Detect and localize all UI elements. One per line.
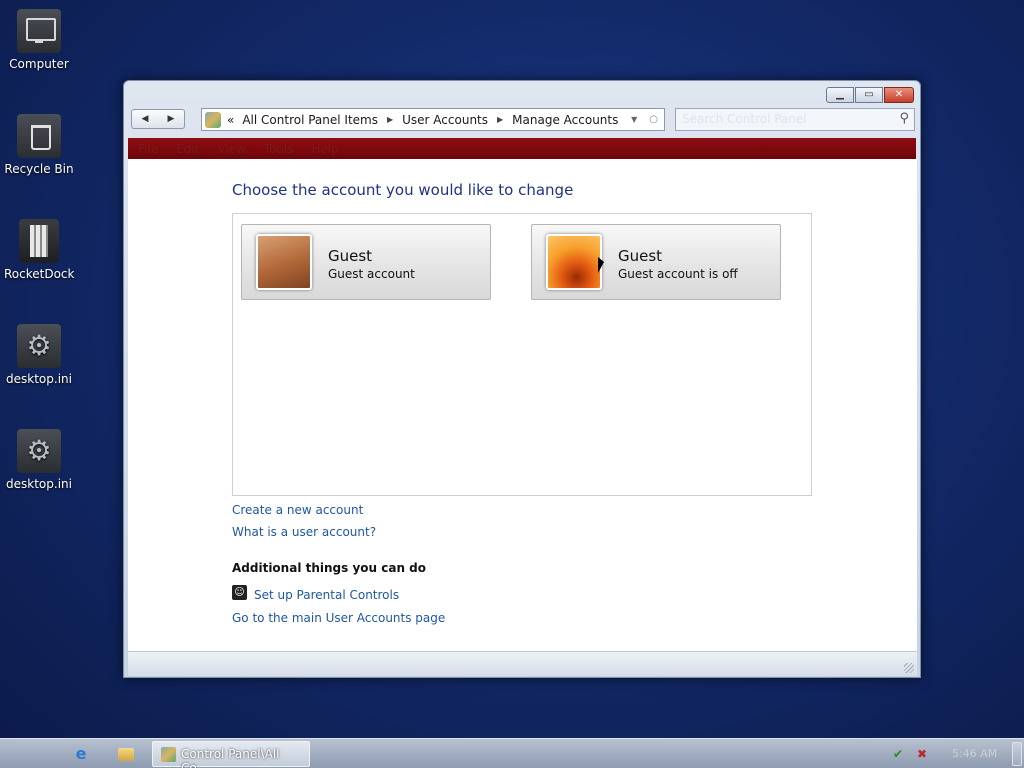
flower-avatar-icon [546,234,602,290]
address-bar[interactable]: « All Control Panel Items ▶ User Account… [201,108,665,131]
menu-bar: File Edit View Tools Help [128,138,916,159]
search-input[interactable]: Search Control Panel ⚲ [675,108,915,131]
address-dropdown-icon[interactable]: ▼ [631,115,637,124]
menu-edit[interactable]: Edit [176,142,199,156]
menu-tools[interactable]: Tools [264,142,294,156]
taskbar-button-control-panel[interactable]: Control Panel\All Co... [152,741,310,768]
action-center-icon[interactable]: ✔ [893,747,903,761]
breadcrumb-arrow-icon[interactable]: ▶ [497,115,503,124]
back-arrow-icon[interactable]: ◀ [132,110,158,128]
account-name: Guest [328,247,373,265]
account-tile-guest-off[interactable]: Guest Guest account is off [531,224,781,300]
gear-icon: ⚙ [17,429,61,473]
main-user-accounts-link[interactable]: Go to the main User Accounts page [232,611,445,625]
control-panel-icon [161,747,176,762]
clock[interactable]: 5:46 AM [952,747,997,760]
account-description: Guest account is off [618,267,738,281]
refresh-icon[interactable]: ○ [649,114,658,125]
search-placeholder: Search Control Panel [682,112,807,126]
create-account-link[interactable]: Create a new account [232,503,363,517]
parental-controls-icon: ☺ [232,585,247,600]
accounts-panel: Guest Guest account Guest Guest account … [232,213,812,496]
gear-icon: ⚙ [17,324,61,368]
menu-help[interactable]: Help [311,142,338,156]
address-overflow[interactable]: « [227,113,234,127]
close-button[interactable]: ✕ [884,87,914,103]
volume-muted-icon[interactable]: ✖ [917,747,927,761]
desktop-icon-rocketdock[interactable]: RocketDock [4,219,74,281]
account-name: Guest [618,247,663,265]
minimize-button[interactable]: ▁ [826,87,854,103]
breadcrumb-arrow-icon[interactable]: ▶ [387,115,393,124]
taskbar-button-label: Control Panel\All Co... [181,747,280,768]
desktop-icon-label: RocketDock [4,267,75,281]
desktop-icon-label: Computer [9,57,69,71]
window-controls: ▁ ▭ ✕ [826,87,914,103]
desktop-icon-computer[interactable]: Computer [4,9,74,71]
desktop-icon-recycle-bin[interactable]: Recycle Bin [4,114,74,176]
menu-file[interactable]: File [138,142,158,156]
control-panel-icon [205,111,221,128]
what-is-account-link[interactable]: What is a user account? [232,525,376,539]
desktop-icon-label: desktop.ini [6,477,72,491]
breadcrumb-manage-accounts[interactable]: Manage Accounts [512,113,618,127]
menu-view[interactable]: View [217,142,245,156]
desktop-icon-label: desktop.ini [6,372,72,386]
control-panel-window: ▁ ▭ ✕ ◀ ▶ « All Control Panel Items ▶ Us… [123,80,921,678]
breadcrumb-user-accounts[interactable]: User Accounts [402,113,488,127]
status-bar [128,651,917,676]
breadcrumb-all-items[interactable]: All Control Panel Items [242,113,378,127]
search-icon[interactable]: ⚲ [899,111,909,126]
recycle-bin-icon [17,114,61,158]
additional-heading: Additional things you can do [232,561,427,575]
computer-icon [17,9,61,53]
parental-controls-link[interactable]: Set up Parental Controls [254,588,399,602]
desktop-icon-label: Recycle Bin [4,162,74,176]
taskbar: e Control Panel\All Co... ✔ ✖ 5:46 AM [0,738,1024,768]
back-forward-buttons: ◀ ▶ [131,109,185,129]
account-description: Guest account [328,267,415,281]
desktop-icon-desktop-ini-2[interactable]: ⚙ desktop.ini [4,429,74,491]
briefcase-avatar-icon [256,234,312,290]
maximize-button[interactable]: ▭ [855,87,883,103]
rocketdock-icon [19,219,59,263]
internet-explorer-icon[interactable]: e [72,745,90,763]
desktop-icon-desktop-ini[interactable]: ⚙ desktop.ini [4,324,74,386]
resize-grip-icon[interactable] [904,663,914,673]
mouse-cursor-icon [598,257,604,273]
page-title: Choose the account you would like to cha… [232,181,574,199]
forward-arrow-icon[interactable]: ▶ [158,110,184,128]
folder-icon[interactable] [118,748,134,761]
main-content: Choose the account you would like to cha… [128,159,917,651]
account-tile-guest[interactable]: Guest Guest account [241,224,491,300]
show-desktop-button[interactable] [1012,742,1022,766]
